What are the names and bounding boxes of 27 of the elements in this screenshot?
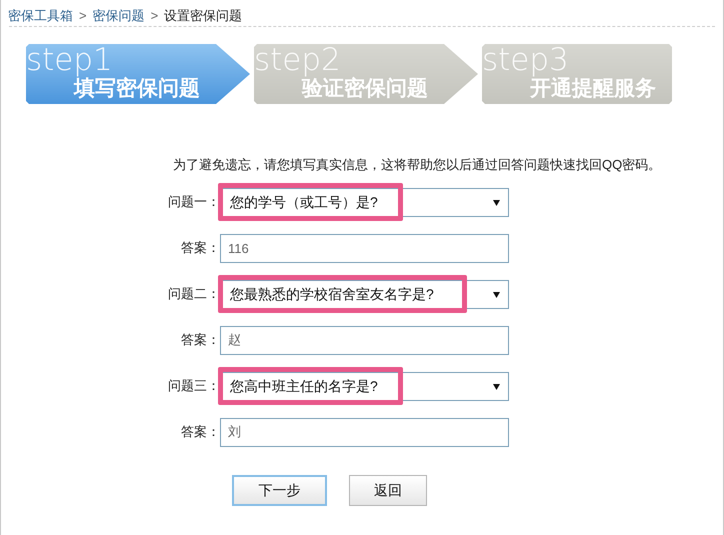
- back-button[interactable]: 返回: [349, 474, 427, 506]
- answer-label: 答案：: [180, 239, 220, 258]
- step-title: 验证密保问题: [302, 76, 428, 102]
- question-dropdown[interactable]: 您的学号（或工号）是?: [220, 188, 509, 216]
- breadcrumb-link[interactable]: 密保工具箱: [8, 6, 73, 26]
- question-label: 问题二：: [167, 285, 220, 304]
- breadcrumb-separator: >: [79, 7, 87, 26]
- caret-icon: [493, 384, 500, 390]
- breadcrumb-separator: >: [150, 7, 158, 26]
- next-button[interactable]: 下一步: [232, 474, 327, 506]
- answer-label: 答案：: [180, 331, 220, 350]
- intro-text: 为了避免遗忘，请您填写真实信息，这将帮助您以后通过回答问题快速找回QQ密码。: [172, 156, 662, 174]
- answer-field[interactable]: 赵: [220, 326, 509, 354]
- caret-icon: [493, 200, 500, 206]
- answer-field[interactable]: 116: [220, 234, 509, 262]
- step-title: 填写密保问题: [74, 76, 200, 102]
- question-dropdown[interactable]: 您最熟悉的学校宿舍室友名字是?: [220, 280, 509, 308]
- breadcrumb-link[interactable]: 密保问题: [92, 6, 145, 26]
- question-label: 问题一：: [167, 193, 220, 212]
- answer-label: 答案：: [180, 423, 220, 442]
- answer-field[interactable]: 刘: [220, 418, 509, 446]
- question-dropdown[interactable]: 您高中班主任的名字是?: [220, 372, 509, 400]
- breadcrumb-current: 设置密保问题: [164, 7, 242, 26]
- step-title: 开通提醒服务: [530, 76, 656, 102]
- caret-icon: [493, 292, 500, 298]
- step-number: step1: [26, 42, 113, 78]
- question-label: 问题三：: [167, 377, 220, 396]
